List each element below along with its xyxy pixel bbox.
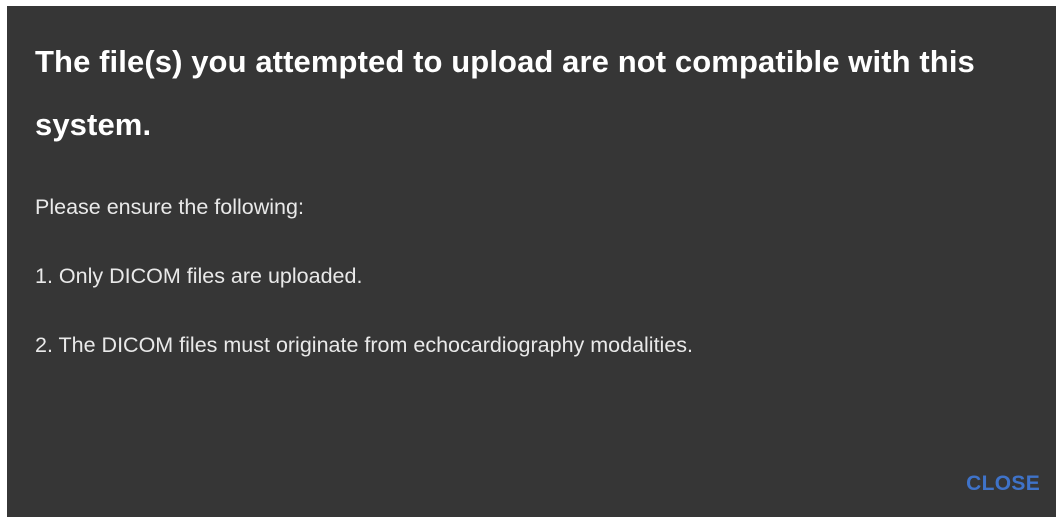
close-button[interactable]: CLOSE bbox=[966, 466, 1040, 502]
incompatible-file-dialog: The file(s) you attempted to upload are … bbox=[7, 6, 1056, 517]
dialog-body: Please ensure the following: 1. Only DIC… bbox=[35, 194, 1025, 401]
requirement-item-echocardiography: 2. The DICOM files must originate from e… bbox=[35, 333, 694, 357]
requirement-item-dicom-only: 1. Only DICOM files are uploaded. bbox=[35, 264, 363, 288]
instructions-intro: Please ensure the following: bbox=[35, 195, 304, 219]
dialog-title: The file(s) you attempted to upload are … bbox=[35, 44, 975, 142]
